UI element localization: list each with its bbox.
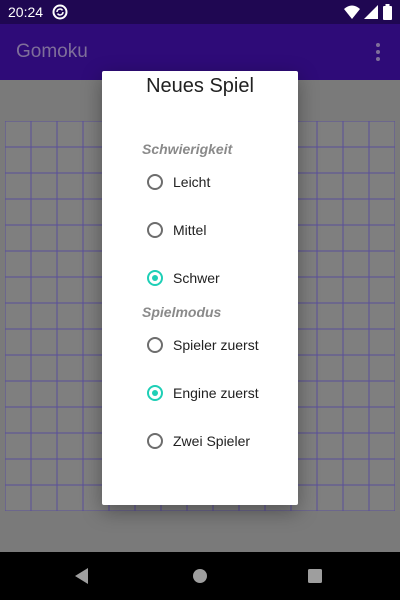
dialog-title: Neues Spiel bbox=[146, 75, 254, 97]
game-mode-label: Spielmodus bbox=[142, 304, 222, 320]
mode-option-engine-first[interactable]: Engine zuerst bbox=[147, 381, 287, 405]
mode-option-two-players[interactable]: Zwei Spieler bbox=[147, 429, 287, 453]
wifi-icon bbox=[344, 5, 360, 19]
new-game-dialog: Neues Spiel Schwierigkeit Leicht Mittel … bbox=[102, 71, 298, 505]
radio-button[interactable] bbox=[147, 222, 163, 238]
difficulty-option-medium[interactable]: Mittel bbox=[147, 218, 287, 242]
option-label: Zwei Spieler bbox=[173, 433, 251, 449]
difficulty-option-hard[interactable]: Schwer bbox=[147, 266, 287, 290]
mode-option-player-first[interactable]: Spieler zuerst bbox=[147, 333, 287, 357]
status-time: 20:24 bbox=[8, 4, 44, 20]
back-icon[interactable] bbox=[72, 566, 92, 586]
option-label: Schwer bbox=[173, 270, 220, 286]
more-vert-icon[interactable] bbox=[371, 42, 385, 62]
option-label: Spieler zuerst bbox=[173, 337, 259, 353]
option-label: Mittel bbox=[173, 222, 207, 238]
sync-icon bbox=[52, 4, 68, 20]
app-title: Gomoku bbox=[16, 41, 88, 62]
radio-button[interactable] bbox=[147, 174, 163, 190]
radio-button[interactable] bbox=[147, 433, 163, 449]
status-bar: 20:24 bbox=[0, 0, 400, 24]
battery-icon bbox=[383, 4, 392, 20]
navigation-bar bbox=[0, 552, 400, 600]
difficulty-option-easy[interactable]: Leicht bbox=[147, 170, 287, 194]
radio-button-checked[interactable] bbox=[147, 270, 163, 286]
option-label: Engine zuerst bbox=[173, 385, 259, 401]
difficulty-label: Schwierigkeit bbox=[142, 141, 233, 157]
option-label: Leicht bbox=[173, 174, 211, 190]
home-icon[interactable] bbox=[190, 566, 210, 586]
signal-icon bbox=[364, 5, 378, 19]
recents-icon[interactable] bbox=[305, 566, 325, 586]
radio-button-checked[interactable] bbox=[147, 385, 163, 401]
radio-button[interactable] bbox=[147, 337, 163, 353]
